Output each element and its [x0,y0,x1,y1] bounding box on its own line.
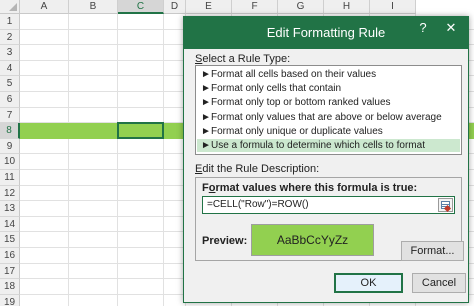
rule-type-label: Format all cells based on their values [211,69,377,80]
bullet-arrow-icon: ► [201,69,211,80]
row-header-14[interactable]: 14 [0,216,20,233]
row-header-13[interactable]: 13 [0,201,20,217]
rule-type-list[interactable]: ►Format all cells based on their values ►… [195,65,462,155]
row-header-6[interactable]: 6 [0,92,20,108]
close-button[interactable]: ✕ [434,17,468,39]
help-button[interactable]: ? [412,17,434,39]
select-rule-type-label-text: elect a Rule Type: [202,53,291,65]
formula-input[interactable]: =CELL("Row")=ROW() [202,196,455,214]
row-header-15[interactable]: 15 [0,232,20,248]
bullet-arrow-icon: ► [201,83,211,95]
column-header-i[interactable]: I [370,0,416,14]
rule-type-label: Format only cells that contain [211,83,342,95]
ok-button[interactable]: OK [334,273,403,293]
bullet-arrow-icon: ► [201,111,211,123]
column-header-c[interactable]: C [118,0,164,14]
row-header-8[interactable]: 8 [0,123,20,139]
column-gridline [163,14,164,306]
rule-type-label: Use a formula to determine which cells t… [211,140,425,151]
row-header-7[interactable]: 7 [0,107,20,124]
column-header-g[interactable]: G [278,0,324,14]
row-header-10[interactable]: 10 [0,154,20,170]
rule-type-label: Format only values that are above or bel… [211,111,442,123]
rule-type-item[interactable]: ►Format only values that are above or be… [197,111,460,124]
row-header-3[interactable]: 3 [0,45,20,61]
row-header-19[interactable]: 19 [0,294,20,306]
row-header-5[interactable]: 5 [0,76,20,92]
cancel-button[interactable]: Cancel [412,273,466,293]
row-header-17[interactable]: 17 [0,263,20,280]
row-header-1[interactable]: 1 [0,14,20,30]
column-header-h[interactable]: H [324,0,370,14]
active-cell-c8[interactable] [117,122,164,139]
rule-type-item[interactable]: ►Format all cells based on their values [197,68,460,81]
formula-value: =CELL("Row")=ROW() [207,199,309,210]
rule-type-item[interactable]: ►Format only top or bottom ranked values [197,96,460,109]
rule-description-panel: Format values where this formula is true… [195,177,464,261]
rule-type-item[interactable]: ►Format only unique or duplicate values [197,125,460,138]
formula-label-text-start: F [202,182,209,194]
column-gridline [117,14,118,306]
bullet-arrow-icon: ► [201,97,211,109]
preview-sample: AaBbCcYyZz [251,224,374,256]
edit-rule-description-label: Edit the Rule Description: [195,163,319,175]
row-header-18[interactable]: 18 [0,279,20,295]
bullet-arrow-icon: ► [201,125,211,137]
formula-label-text-end: rmat values where this formula is true: [215,182,418,194]
edit-formatting-rule-dialog: Edit Formatting Rule ? ✕ Select a Rule T… [183,16,469,303]
row-header-4[interactable]: 4 [0,60,20,77]
rule-type-label: Format only top or bottom ranked values [211,97,391,109]
row-header-12[interactable]: 12 [0,185,20,202]
row-header-11[interactable]: 11 [0,170,20,186]
column-header-f[interactable]: F [232,0,278,14]
column-header-b[interactable]: B [69,0,118,14]
collapse-dialog-button[interactable] [438,198,453,213]
row-header-16[interactable]: 16 [0,248,20,264]
column-header-e[interactable]: E [186,0,232,14]
bullet-arrow-icon: ► [201,140,211,151]
select-all-corner[interactable] [0,0,20,14]
formula-label: Format values where this formula is true… [202,182,417,194]
rule-type-label: Format only unique or duplicate values [211,125,383,137]
rule-type-item[interactable]: ►Format only cells that contain [197,82,460,95]
row-header-9[interactable]: 9 [0,138,20,155]
edit-rule-description-label-text: dit the Rule Description: [202,163,320,175]
dialog-titlebar: Edit Formatting Rule ? ✕ [184,17,468,49]
rule-type-item[interactable]: ►Use a formula to determine which cells … [197,139,460,152]
format-button[interactable]: Format... [401,241,464,261]
column-header-d[interactable]: D [164,0,186,14]
select-all-triangle-icon [9,3,17,11]
column-header-a[interactable]: A [20,0,69,14]
select-rule-type-label: Select a Rule Type: [195,53,290,65]
row-header-2[interactable]: 2 [0,29,20,46]
preview-label: Preview: [202,235,248,247]
column-gridline [68,14,69,306]
